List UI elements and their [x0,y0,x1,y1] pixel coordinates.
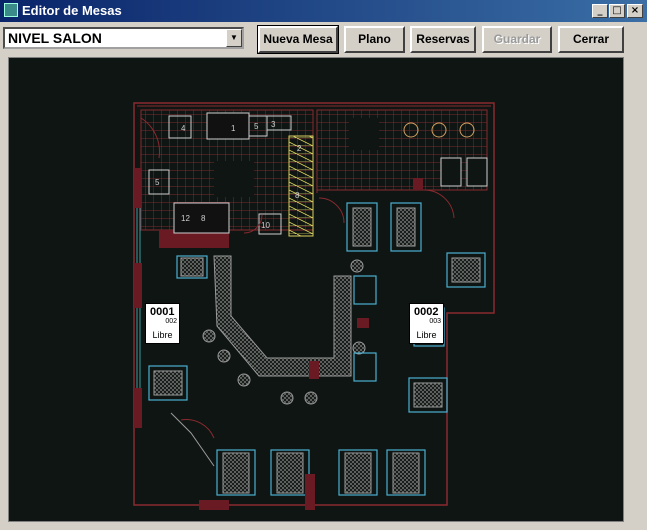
table-number: 0002 [414,306,439,318]
plan-label: 10 [261,221,270,230]
floor-plan-drawing: 4 1 5 3 2 5 12 8 10 8 [133,102,495,510]
close-icon[interactable]: × [627,4,643,18]
plan-label: 3 [271,120,276,129]
plan-label: 5 [254,122,259,131]
table-tag-0001[interactable]: 0001 002 Libre [145,303,180,344]
title-bar: Editor de Mesas _ □ × [0,0,647,22]
table-number: 0001 [150,306,175,318]
reservations-button[interactable]: Reservas [410,26,476,53]
plan-label: 8 [201,214,206,223]
plan-label: 8 [295,191,300,200]
minimize-icon[interactable]: _ [592,4,608,18]
plan-label: 2 [297,144,302,153]
table-tag-0002[interactable]: 0002 003 Libre [409,303,444,344]
plan-label: 12 [181,214,190,223]
plan-button[interactable]: Plano [344,26,405,53]
table-code: 002 [165,318,177,325]
window-title: Editor de Mesas [22,3,122,18]
new-table-button[interactable]: Nueva Mesa [257,25,339,54]
table-code: 003 [429,318,441,325]
plan-label: 5 [155,178,160,187]
level-select-value: NIVEL SALON [8,30,102,46]
maximize-icon[interactable]: □ [609,4,625,18]
level-select[interactable]: NIVEL SALON ▼ [3,27,244,49]
app-icon [4,3,18,17]
floor-plan-canvas[interactable]: 4 1 5 3 2 5 12 8 10 8 0001 002 Libre 000… [8,57,624,522]
save-button[interactable]: Guardar [482,26,552,53]
table-status: Libre [152,330,173,340]
table-status: Libre [416,330,437,340]
plan-label: 1 [231,124,236,133]
close-button[interactable]: Cerrar [558,26,624,53]
chevron-down-icon[interactable]: ▼ [226,29,242,47]
plan-label: 4 [181,124,186,133]
